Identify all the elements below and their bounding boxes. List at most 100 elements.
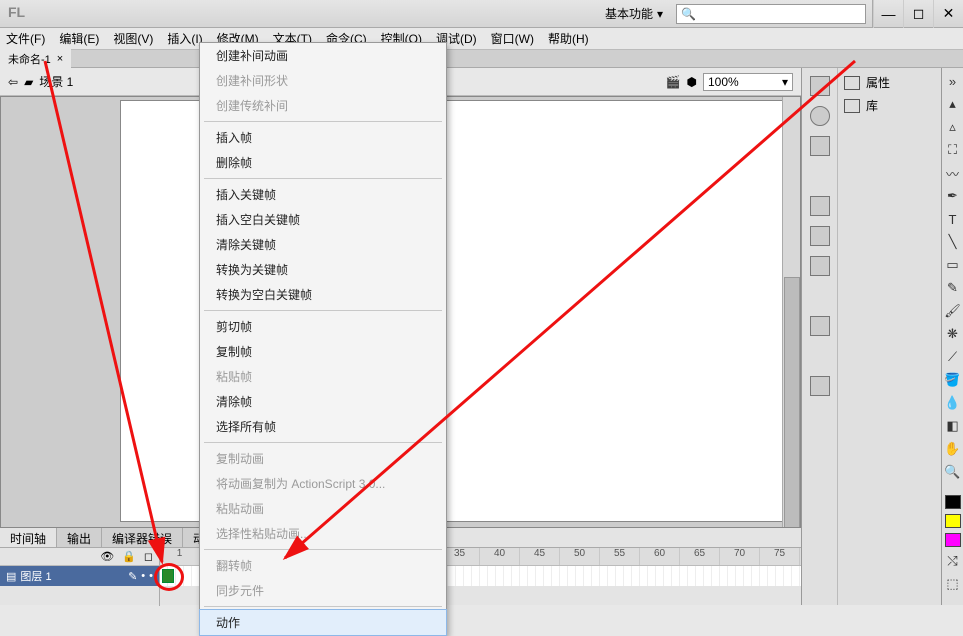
pencil-tool[interactable]: ✎ [944, 279, 962, 297]
hand-tool[interactable]: ✋ [944, 440, 962, 458]
search-icon: 🔍 [681, 7, 696, 21]
context-menu-item: 创建补间形状 [200, 68, 446, 93]
rectangle-tool[interactable]: ▭ [944, 256, 962, 274]
library-panel-icon[interactable] [810, 316, 830, 336]
context-menu-item: 粘贴帧 [200, 364, 446, 389]
document-tab-label: 未命名-1 [8, 51, 51, 67]
chevron-down-icon: ▾ [657, 7, 663, 21]
zoom-tool[interactable]: 🔍 [944, 463, 962, 481]
tools-panel: » ▴ ▵ ⛶ 〰 ✒ T ╲ ▭ ✎ 🖌 ❋ ⟋ 🪣 💧 ◧ ✋ 🔍 ⤭ ⬚ [941, 68, 963, 605]
pen-tool[interactable]: ✒ [944, 187, 962, 205]
document-tabs: 未命名-1 × [0, 50, 963, 68]
lock-icon[interactable]: 🔒 [122, 550, 136, 563]
context-menu-item: 粘贴动画 [200, 496, 446, 521]
menu-view[interactable]: 视图(V) [113, 30, 153, 47]
properties-icon [844, 76, 860, 90]
stroke-color-swatch[interactable] [945, 495, 961, 509]
tab-output[interactable]: 输出 [57, 528, 102, 547]
edit-symbols-icon[interactable]: ⬢ [687, 75, 697, 89]
eyedropper-tool[interactable]: 💧 [944, 394, 962, 412]
options-icon[interactable]: ⬚ [944, 575, 962, 593]
context-menu-item[interactable]: 转换为空白关键帧 [200, 282, 446, 307]
annotation-oval-keyframe [154, 563, 184, 591]
fill-color-swatch-2[interactable] [945, 533, 961, 547]
context-menu-item: 选择性粘贴动画... [200, 521, 446, 546]
free-transform-tool[interactable]: ⛶ [944, 141, 962, 159]
color-icon[interactable] [810, 226, 830, 246]
info-icon[interactable] [810, 106, 830, 126]
menu-help[interactable]: 帮助(H) [548, 30, 589, 47]
context-menu-item[interactable]: 插入空白关键帧 [200, 207, 446, 232]
context-menu-item[interactable]: 创建补间动画 [200, 43, 446, 68]
scene-name: 场景 1 [39, 73, 73, 90]
back-arrow-icon[interactable]: ⇦ [8, 75, 18, 89]
close-button[interactable]: ✕ [933, 0, 963, 28]
scene-icon: ▰ [24, 75, 33, 89]
context-menu-item: 翻转帧 [200, 553, 446, 578]
context-menu-item: 复制动画 [200, 446, 446, 471]
context-menu: 创建补间动画创建补间形状创建传统补间插入帧删除帧插入关键帧插入空白关键帧清除关键… [199, 42, 447, 636]
align-icon[interactable] [810, 256, 830, 276]
context-menu-item: 将动画复制为 ActionScript 3.0... [200, 471, 446, 496]
context-menu-item[interactable]: 剪切帧 [200, 314, 446, 339]
pencil-icon: ✎ [128, 570, 137, 583]
layer-icon: ▤ [6, 570, 16, 583]
edit-scene-icon[interactable]: 🎬 [666, 75, 681, 89]
expand-icon[interactable]: » [944, 72, 962, 90]
titlebar: FL 基本功能 ▾ 🔍 — ◻ ✕ [0, 0, 963, 28]
zoom-selector[interactable]: 100% ▾ [703, 73, 793, 91]
transform-icon[interactable] [810, 136, 830, 156]
close-tab-icon[interactable]: × [57, 53, 63, 65]
line-tool[interactable]: ╲ [944, 233, 962, 251]
eye-icon[interactable]: 👁 [100, 550, 114, 563]
context-menu-item[interactable]: 复制帧 [200, 339, 446, 364]
menu-insert[interactable]: 插入(I) [167, 30, 202, 47]
menu-edit[interactable]: 编辑(E) [59, 30, 99, 47]
workspace-selector[interactable]: 基本功能 ▾ [598, 2, 670, 25]
context-menu-item: 创建传统补间 [200, 93, 446, 118]
components-icon[interactable] [810, 376, 830, 396]
menu-file[interactable]: 文件(F) [6, 30, 45, 47]
app-logo: FL [8, 4, 32, 24]
selection-tool[interactable]: ▴ [944, 95, 962, 113]
lasso-tool[interactable]: 〰 [944, 164, 962, 182]
text-tool[interactable]: T [944, 210, 962, 228]
vertical-scrollbar[interactable] [782, 97, 800, 586]
context-menu-item[interactable]: 清除关键帧 [200, 232, 446, 257]
bone-tool[interactable]: ⟋ [944, 348, 962, 366]
subselect-tool[interactable]: ▵ [944, 118, 962, 136]
context-menu-item[interactable]: 插入帧 [200, 125, 446, 150]
panel-icon[interactable] [810, 76, 830, 96]
workspace-label: 基本功能 [605, 5, 653, 22]
menu-window[interactable]: 窗口(W) [491, 30, 534, 47]
tab-properties[interactable]: 属性 [844, 74, 935, 91]
minimize-button[interactable]: — [873, 0, 903, 28]
search-input[interactable]: 🔍 [676, 4, 866, 24]
eraser-tool[interactable]: ◧ [944, 417, 962, 435]
swatches-icon[interactable] [810, 196, 830, 216]
context-menu-item: 同步元件 [200, 578, 446, 603]
context-menu-item[interactable]: 删除帧 [200, 150, 446, 175]
deco-tool[interactable]: ❋ [944, 325, 962, 343]
context-menu-item[interactable]: 选择所有帧 [200, 414, 446, 439]
tab-compiler-errors[interactable]: 编译器错误 [102, 528, 183, 547]
outline-icon[interactable]: ◻ [144, 550, 153, 563]
tab-timeline[interactable]: 时间轴 [0, 528, 57, 547]
paint-bucket-tool[interactable]: 🪣 [944, 371, 962, 389]
document-tab[interactable]: 未命名-1 × [0, 49, 71, 69]
layer-row[interactable]: ▤ 图层 1 ✎ •• [0, 566, 159, 586]
swap-colors-icon[interactable]: ⤭ [944, 552, 962, 570]
maximize-button[interactable]: ◻ [903, 0, 933, 28]
menubar: 文件(F) 编辑(E) 视图(V) 插入(I) 修改(M) 文本(T) 命令(C… [0, 28, 963, 50]
brush-tool[interactable]: 🖌 [944, 302, 962, 320]
context-menu-item[interactable]: 转换为关键帧 [200, 257, 446, 282]
layer-name: 图层 1 [20, 568, 51, 584]
right-panel-group: 属性 库 [801, 68, 941, 605]
fill-color-swatch[interactable] [945, 514, 961, 528]
context-menu-item[interactable]: 清除帧 [200, 389, 446, 414]
context-menu-item[interactable]: 动作 [199, 609, 447, 636]
chevron-down-icon: ▾ [782, 75, 788, 89]
context-menu-item[interactable]: 插入关键帧 [200, 182, 446, 207]
tab-library[interactable]: 库 [844, 97, 935, 114]
library-icon [844, 99, 860, 113]
